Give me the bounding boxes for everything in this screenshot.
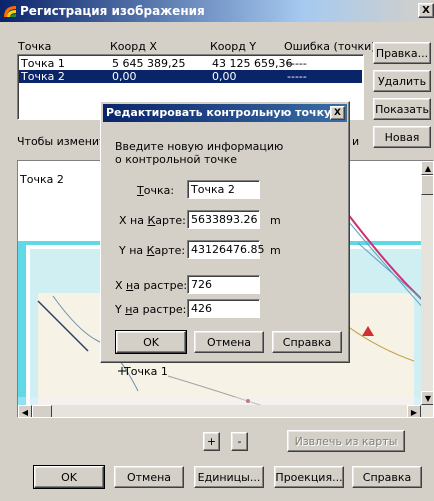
show-button[interactable]: Показать (373, 98, 431, 120)
dialog-cancel-button[interactable]: Отмена (194, 331, 264, 353)
map-y-label: Y на Карте: (119, 244, 186, 257)
col-header-y: Коорд Y (210, 40, 257, 53)
row-point: Точка 1 (21, 57, 65, 70)
extract-from-map-button[interactable]: Извлечь из карты (287, 430, 405, 452)
zoom-in-button[interactable]: + (203, 432, 220, 451)
new-button[interactable]: Новая (373, 126, 431, 148)
scroll-hthumb[interactable] (32, 405, 52, 417)
dialog-close-button[interactable]: X (330, 106, 345, 120)
window-close-button[interactable]: X (418, 3, 434, 18)
table-row-selected[interactable]: Точка 2 0,00 0,00 ----- (19, 70, 362, 83)
map-x-input[interactable]: 5633893.26 (187, 210, 260, 229)
row-y: 0,00 (212, 70, 237, 83)
scroll-down-icon[interactable]: ▼ (421, 391, 433, 405)
map-x-label: X на Карте: (119, 214, 186, 227)
dialog-help-button[interactable]: Справка (272, 331, 342, 353)
map-y-unit: m (270, 244, 281, 257)
row-error: ----- (287, 57, 307, 70)
col-header-point: Точка (18, 40, 52, 53)
row-x: 0,00 (112, 70, 137, 83)
row-x: 5 645 389,25 (112, 57, 186, 70)
table-row[interactable]: Точка 1 5 645 389,25 43 125 659,36 ----- (19, 57, 362, 70)
row-y: 43 125 659,36 (212, 57, 293, 70)
map-y-input[interactable]: 43126476.85 (187, 240, 264, 259)
raster-y-label: Y на растре: (115, 303, 187, 316)
projection-button[interactable]: Проекция... (274, 466, 344, 488)
point-list-label: Точка 2 (20, 173, 64, 186)
raster-x-label: X на растре: (115, 279, 188, 292)
units-button[interactable]: Единицы... (194, 466, 264, 488)
edit-point-dialog: Редактировать контрольную точку X Введит… (100, 101, 350, 363)
raster-x-input[interactable]: 726 (187, 275, 260, 294)
vertical-scrollbar[interactable]: ▲ ▼ (421, 161, 433, 405)
row-point: Точка 2 (21, 70, 65, 83)
help-button[interactable]: Справка (352, 466, 422, 488)
zoom-out-button[interactable]: - (231, 432, 248, 451)
hint-text-tail: и (352, 135, 360, 148)
map-x-unit: m (270, 214, 281, 227)
dialog-titlebar: Редактировать контрольную точку X (103, 104, 347, 122)
hint-text: Чтобы изменит (17, 135, 106, 148)
scroll-right-icon[interactable]: ▶ (407, 405, 421, 417)
point-marker-label: Точка 1 (124, 365, 168, 378)
point-name-input[interactable]: Точка 2 (187, 180, 260, 199)
point-name-label: Точка: (137, 184, 175, 197)
horizontal-scrollbar[interactable]: ◀ ▶ (18, 405, 433, 417)
dialog-title: Редактировать контрольную точку (106, 106, 332, 119)
registration-window: { "window": { "title": "Регистрация изоб… (0, 0, 434, 501)
col-header-error: Ошибка (точки) (284, 40, 376, 53)
scroll-left-icon[interactable]: ◀ (18, 405, 32, 417)
col-header-x: Коорд X (110, 40, 157, 53)
dialog-ok-button[interactable]: OK (115, 330, 187, 354)
window-title: Регистрация изображения (20, 4, 205, 18)
cancel-button[interactable]: Отмена (114, 466, 184, 488)
edit-button[interactable]: Правка... (373, 42, 431, 64)
window-titlebar: Регистрация изображения X (0, 0, 434, 22)
delete-button[interactable]: Удалить (373, 70, 431, 92)
ok-button[interactable]: OK (33, 465, 105, 489)
scroll-up-icon[interactable]: ▲ (421, 161, 433, 175)
row-error: ----- (287, 70, 307, 83)
dialog-prompt: Введите новую информацию о контрольной т… (115, 140, 284, 166)
raster-y-input[interactable]: 426 (187, 299, 260, 318)
scroll-thumb[interactable] (421, 175, 433, 195)
app-icon (3, 4, 17, 18)
